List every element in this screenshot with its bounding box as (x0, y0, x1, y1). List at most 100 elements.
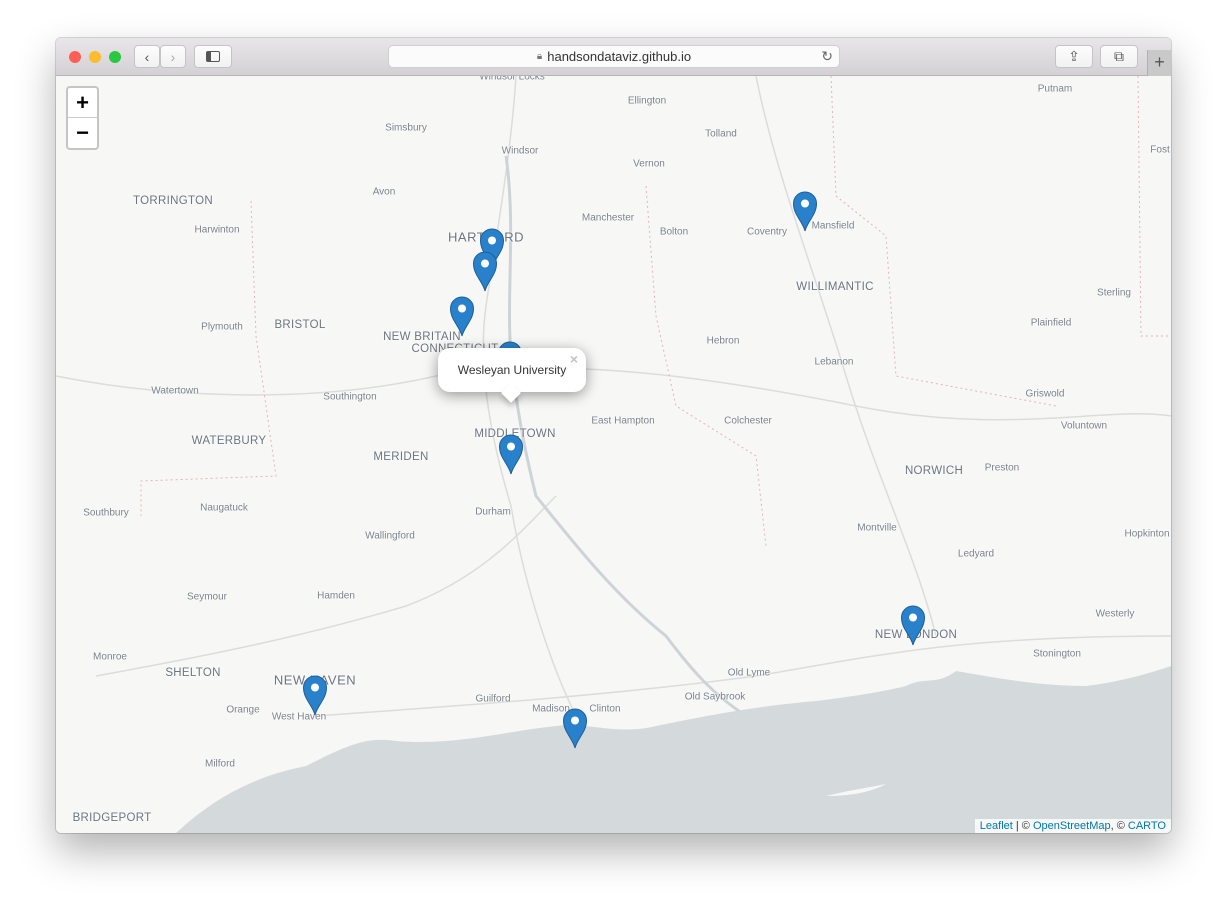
zoom-window-button[interactable] (109, 51, 121, 63)
place-label: Stonington (1033, 648, 1081, 660)
place-label: Simsbury (385, 122, 427, 134)
leaflet-link[interactable]: Leaflet (980, 820, 1013, 832)
url-text: handsondataviz.github.io (547, 49, 692, 64)
title-bar: ‹ › 🔒︎ handsondataviz.github.io ↻ ⇪ ⧉ + (56, 38, 1171, 76)
place-label: Clinton (589, 703, 621, 715)
place-label: Montville (857, 522, 897, 534)
lock-icon: 🔒︎ (536, 51, 543, 62)
popup: Wesleyan University × (438, 348, 586, 403)
place-label: Vernon (633, 158, 665, 170)
map[interactable]: Windsor Locks Ellington Putnam Simsbury Toll… (56, 76, 1171, 833)
place-label: Manchester (581, 212, 635, 224)
place-label: East Hampton (591, 415, 655, 427)
place-label: Naugatuck (200, 502, 248, 514)
attribution-separator-2: , © (1110, 820, 1128, 832)
place-label: Watertown (151, 385, 199, 397)
attribution-separator: | © (1012, 820, 1033, 832)
minimize-window-button[interactable] (89, 51, 101, 63)
place-label: Wallingford (365, 530, 415, 542)
place-label: Plymouth (201, 321, 243, 333)
place-label: Milford (204, 758, 236, 770)
place-label: Voluntown (1060, 420, 1108, 432)
place-label: Preston (984, 462, 1020, 474)
place-label: Tolland (705, 128, 737, 140)
place-label: Fost (1150, 144, 1170, 156)
place-label: WATERBURY (191, 435, 267, 447)
popup-close-button[interactable]: × (570, 351, 578, 367)
place-label: Coventry (746, 226, 788, 238)
place-label: Colchester (724, 415, 772, 427)
osm-link[interactable]: OpenStreetMap (1033, 820, 1111, 832)
map-marker[interactable] (900, 605, 926, 646)
map-base (56, 76, 1171, 833)
place-label: BRIDGEPORT (72, 812, 152, 824)
place-label: WILLIMANTIC (796, 281, 874, 293)
popup-text: Wesleyan University (457, 363, 567, 377)
back-button[interactable]: ‹ (134, 45, 160, 68)
address-bar[interactable]: 🔒︎ handsondataviz.github.io ↻ (388, 45, 840, 68)
map-marker[interactable] (792, 191, 818, 232)
place-label: Seymour (186, 591, 228, 603)
place-label: Bolton (659, 226, 689, 238)
place-label: TORRINGTON (133, 195, 213, 207)
place-label: SHELTON (165, 667, 221, 679)
place-label: Harwinton (194, 224, 240, 236)
place-label: Putnam (1037, 83, 1073, 95)
attribution: Leaflet | © OpenStreetMap, © CARTO (974, 819, 1171, 833)
map-pin-icon (562, 708, 588, 749)
place-label: Old Saybrook (684, 691, 746, 703)
place-label: Ellington (627, 95, 667, 107)
place-label: Plainfield (1030, 317, 1072, 329)
reload-icon[interactable]: ↻ (821, 48, 833, 65)
place-label: Avon (372, 186, 396, 198)
map-pin-icon (900, 605, 926, 646)
place-label: Durham (475, 506, 511, 518)
place-label: Guilford (475, 693, 511, 705)
zoom-out-button[interactable]: − (68, 118, 97, 148)
place-label: Orange (226, 704, 260, 716)
map-pin-icon (498, 434, 524, 475)
map-marker[interactable] (498, 434, 524, 475)
share-button[interactable]: ⇪ (1055, 45, 1093, 68)
sidebar-button[interactable] (194, 45, 232, 68)
place-label: Hamden (317, 590, 355, 602)
sidebar-icon (206, 51, 220, 62)
chevron-left-icon: ‹ (144, 48, 150, 65)
map-marker[interactable] (449, 296, 475, 337)
chevron-right-icon: › (170, 48, 176, 65)
place-label: Hopkinton (1124, 528, 1170, 540)
tabs-button[interactable]: ⧉ (1100, 45, 1138, 68)
carto-link[interactable]: CARTO (1128, 820, 1166, 832)
zoom-control: + − (66, 86, 99, 150)
map-pin-icon (302, 675, 328, 716)
place-label: NORWICH (904, 465, 964, 477)
map-pin-icon (792, 191, 818, 232)
close-window-button[interactable] (69, 51, 81, 63)
place-label: Old Lyme (727, 667, 771, 679)
map-marker[interactable] (302, 675, 328, 716)
place-label: Sterling (1097, 287, 1131, 299)
place-label: Monroe (93, 651, 127, 663)
tabs-icon: ⧉ (1114, 48, 1124, 64)
place-label: Griswold (1025, 388, 1065, 400)
place-label: Ledyard (957, 548, 995, 560)
zoom-in-button[interactable]: + (68, 88, 97, 118)
place-label: Windsor (501, 145, 539, 157)
place-label: BRISTOL (274, 319, 326, 331)
place-label: Windsor Locks (479, 76, 545, 83)
place-label: Hebron (706, 335, 740, 347)
map-pin-icon (449, 296, 475, 337)
new-tab-button[interactable]: + (1147, 50, 1171, 76)
browser-window: ‹ › 🔒︎ handsondataviz.github.io ↻ ⇪ ⧉ + (56, 38, 1171, 833)
place-label: Westerly (1095, 608, 1135, 620)
place-label: Mansfield (811, 220, 855, 232)
map-pin-icon (472, 251, 498, 292)
share-icon: ⇪ (1068, 48, 1080, 64)
place-label: Southington (323, 391, 377, 403)
map-marker[interactable] (472, 251, 498, 292)
forward-button[interactable]: › (160, 45, 186, 68)
place-label: Lebanon (814, 356, 854, 368)
place-label: MERIDEN (373, 451, 429, 463)
place-label: Southbury (83, 507, 129, 519)
map-marker[interactable] (562, 708, 588, 749)
